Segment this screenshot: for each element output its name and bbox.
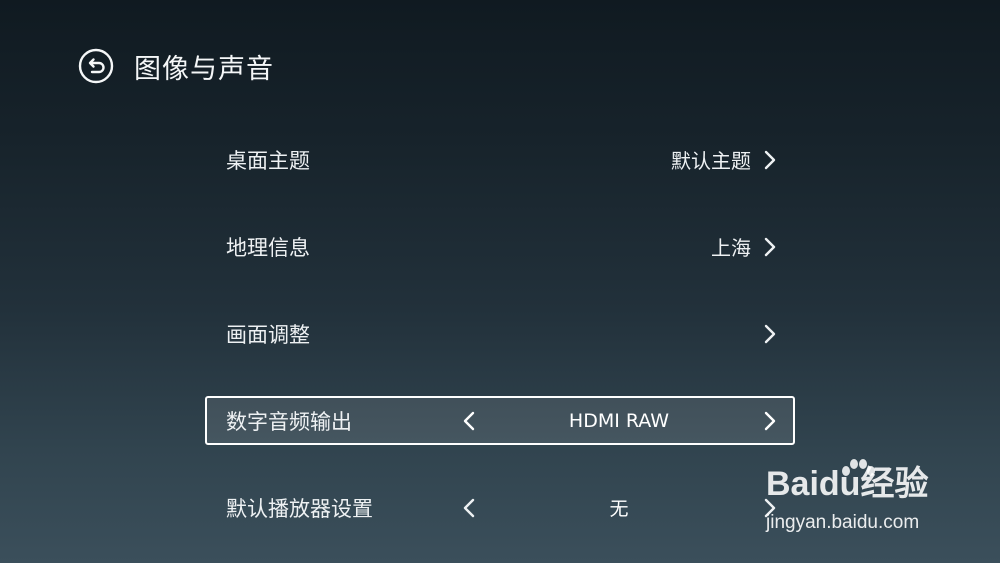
- chevron-left-icon[interactable]: [462, 411, 476, 431]
- header: 图像与声音: [78, 44, 274, 88]
- chevron-right-icon: [764, 150, 776, 169]
- chevron-right-icon: [764, 324, 776, 343]
- menu-item-desktop-theme[interactable]: 桌面主题 默认主题: [205, 116, 795, 203]
- menu-item-default-player[interactable]: 默认播放器设置 无: [205, 464, 795, 551]
- page-title: 图像与声音: [134, 53, 274, 85]
- baidu-jingyan-watermark: Baidu经验 jingyan.baidu.com: [766, 456, 966, 546]
- menu-item-value: 默认主题: [671, 149, 751, 173]
- watermark-url: jingyan.baidu.com: [766, 512, 920, 533]
- paw-icon: [842, 459, 875, 476]
- menu-item-label: 默认播放器设置: [226, 496, 373, 521]
- menu-item-label: 数字音频输出: [226, 409, 352, 434]
- menu-item-location[interactable]: 地理信息 上海: [205, 203, 795, 290]
- menu-item-value: 无: [609, 498, 629, 520]
- chevron-left-icon[interactable]: [462, 498, 476, 518]
- settings-menu: 桌面主题 默认主题 地理信息 上海 画面调整 数字音频输出 HDMI RAW 默…: [205, 116, 795, 551]
- menu-item-label: 桌面主题: [226, 148, 310, 173]
- menu-item-digital-audio-output[interactable]: 数字音频输出 HDMI RAW: [205, 396, 795, 445]
- menu-item-value: 上海: [711, 236, 751, 260]
- menu-item-label: 画面调整: [226, 322, 310, 347]
- chevron-right-icon: [764, 237, 776, 256]
- chevron-right-icon[interactable]: [763, 411, 777, 431]
- menu-item-value: HDMI RAW: [568, 409, 670, 432]
- menu-item-picture-adjust[interactable]: 画面调整: [205, 290, 795, 377]
- back-arrow-circle-icon[interactable]: [78, 48, 114, 84]
- menu-item-label: 地理信息: [226, 235, 310, 260]
